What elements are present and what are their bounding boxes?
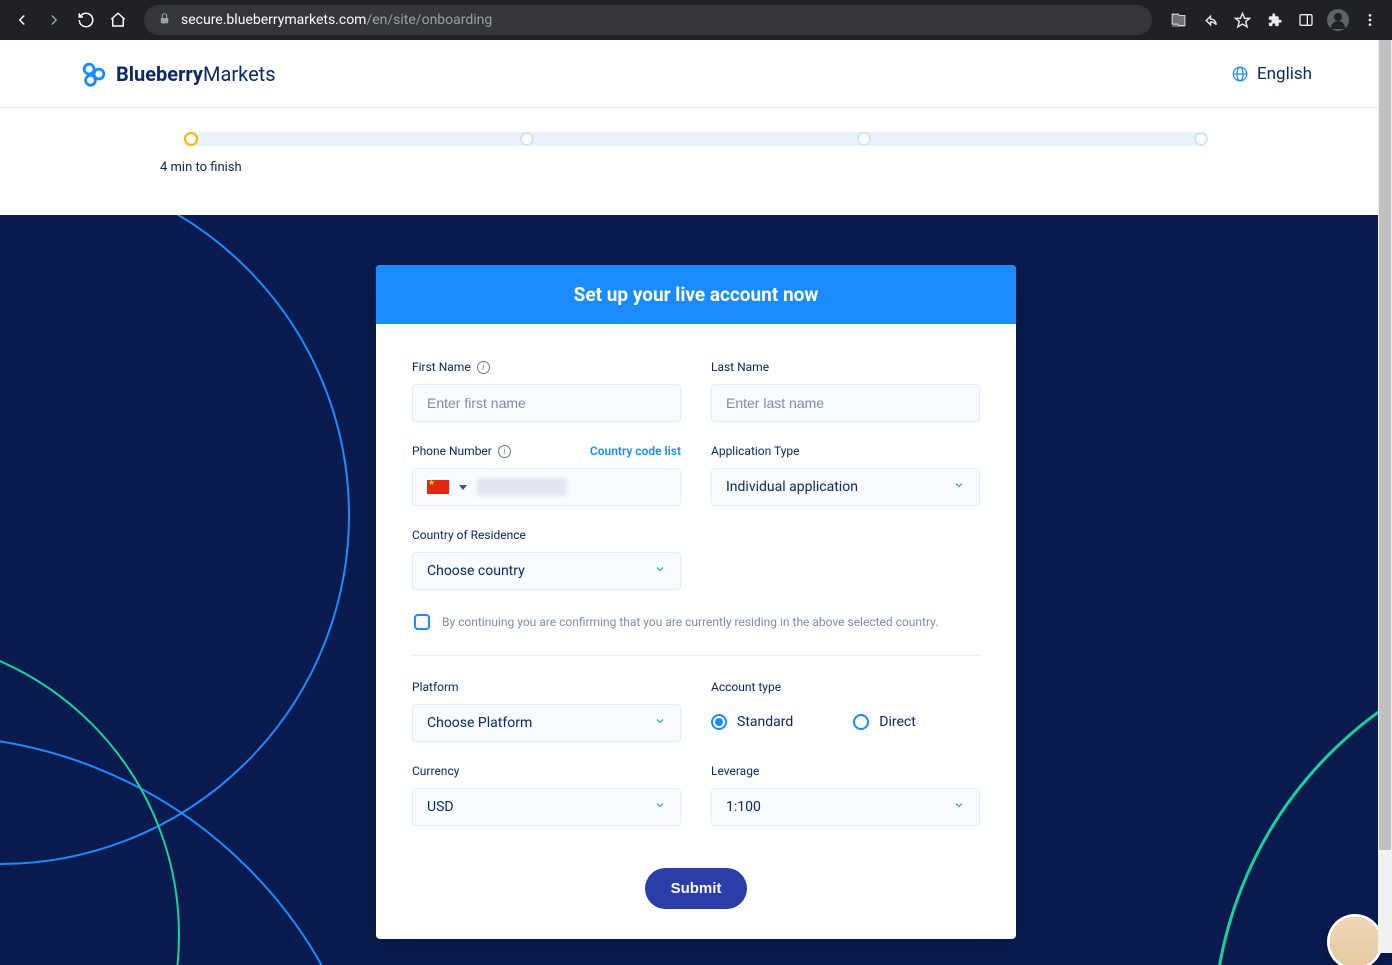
confirm-residence-text: By continuing you are confirming that yo… bbox=[442, 614, 938, 631]
currency-select[interactable]: USD bbox=[412, 788, 681, 826]
chevron-down-icon bbox=[953, 479, 965, 495]
step-dot-4 bbox=[1194, 132, 1208, 146]
globe-icon bbox=[1231, 65, 1249, 83]
progress-steps: 4 min to finish bbox=[0, 108, 1392, 215]
last-name-input[interactable] bbox=[711, 384, 980, 422]
account-type-label: Account type bbox=[711, 680, 980, 694]
reload-button[interactable] bbox=[72, 6, 100, 34]
progress-label: 4 min to finish bbox=[160, 160, 1212, 175]
address-bar[interactable]: secure.blueberrymarkets.com/en/site/onbo… bbox=[144, 5, 1152, 35]
confirm-residence-checkbox[interactable] bbox=[414, 614, 430, 630]
decor-arc bbox=[1212, 635, 1392, 965]
info-icon[interactable]: i bbox=[498, 445, 511, 458]
site-header: BlueberryMarkets English bbox=[0, 40, 1392, 108]
chevron-down-icon bbox=[654, 563, 666, 579]
step-dot-3 bbox=[857, 132, 871, 146]
home-button[interactable] bbox=[104, 6, 132, 34]
country-select[interactable]: Choose country bbox=[412, 552, 681, 590]
first-name-label: First Name i bbox=[412, 360, 681, 374]
side-panel-icon[interactable] bbox=[1292, 6, 1320, 34]
onboarding-card: Set up your live account now First Name … bbox=[376, 265, 1016, 939]
translate-icon[interactable] bbox=[1164, 6, 1192, 34]
platform-label: Platform bbox=[412, 680, 681, 694]
hero-section: Set up your live account now First Name … bbox=[0, 215, 1392, 965]
lock-icon bbox=[158, 12, 171, 29]
phone-input[interactable] bbox=[412, 468, 681, 506]
scrollbar-thumb[interactable] bbox=[1379, 40, 1391, 850]
browser-chrome: secure.blueberrymarkets.com/en/site/onbo… bbox=[0, 0, 1392, 40]
first-name-input[interactable] bbox=[412, 384, 681, 422]
leverage-select[interactable]: 1:100 bbox=[711, 788, 980, 826]
chevron-down-icon bbox=[953, 799, 965, 815]
scrollbar[interactable] bbox=[1378, 40, 1392, 953]
forward-button[interactable] bbox=[40, 6, 68, 34]
url-text: secure.blueberrymarkets.com/en/site/onbo… bbox=[181, 12, 492, 28]
share-icon[interactable] bbox=[1196, 6, 1224, 34]
last-name-label: Last Name bbox=[711, 360, 980, 374]
bookmark-star-icon[interactable] bbox=[1228, 6, 1256, 34]
logo-icon bbox=[80, 60, 108, 88]
language-selector[interactable]: English bbox=[1231, 64, 1312, 84]
account-type-direct-radio[interactable]: Direct bbox=[853, 714, 916, 730]
currency-label: Currency bbox=[412, 764, 681, 778]
step-dot-1 bbox=[184, 132, 198, 146]
back-button[interactable] bbox=[8, 6, 36, 34]
flag-china-icon bbox=[427, 480, 449, 494]
card-title: Set up your live account now bbox=[376, 265, 1016, 324]
profile-icon[interactable] bbox=[1324, 6, 1352, 34]
brand-logo[interactable]: BlueberryMarkets bbox=[80, 60, 276, 88]
info-icon[interactable]: i bbox=[477, 361, 490, 374]
step-dot-2 bbox=[520, 132, 534, 146]
menu-dots-icon[interactable] bbox=[1356, 6, 1384, 34]
leverage-label: Leverage bbox=[711, 764, 980, 778]
extensions-icon[interactable] bbox=[1260, 6, 1288, 34]
phone-number-value bbox=[477, 478, 567, 496]
application-type-select[interactable]: Individual application bbox=[711, 468, 980, 506]
platform-select[interactable]: Choose Platform bbox=[412, 704, 681, 742]
country-label: Country of Residence bbox=[412, 528, 681, 542]
phone-label: Phone Number i bbox=[412, 444, 511, 458]
account-type-standard-radio[interactable]: Standard bbox=[711, 714, 793, 730]
country-code-list-link[interactable]: Country code list bbox=[590, 444, 681, 458]
chevron-down-icon bbox=[654, 799, 666, 815]
submit-button[interactable]: Submit bbox=[645, 868, 748, 909]
language-label: English bbox=[1257, 64, 1312, 84]
brand-text: BlueberryMarkets bbox=[116, 62, 276, 86]
chevron-down-icon[interactable] bbox=[459, 485, 467, 490]
chevron-down-icon bbox=[654, 715, 666, 731]
application-type-label: Application Type bbox=[711, 444, 980, 458]
